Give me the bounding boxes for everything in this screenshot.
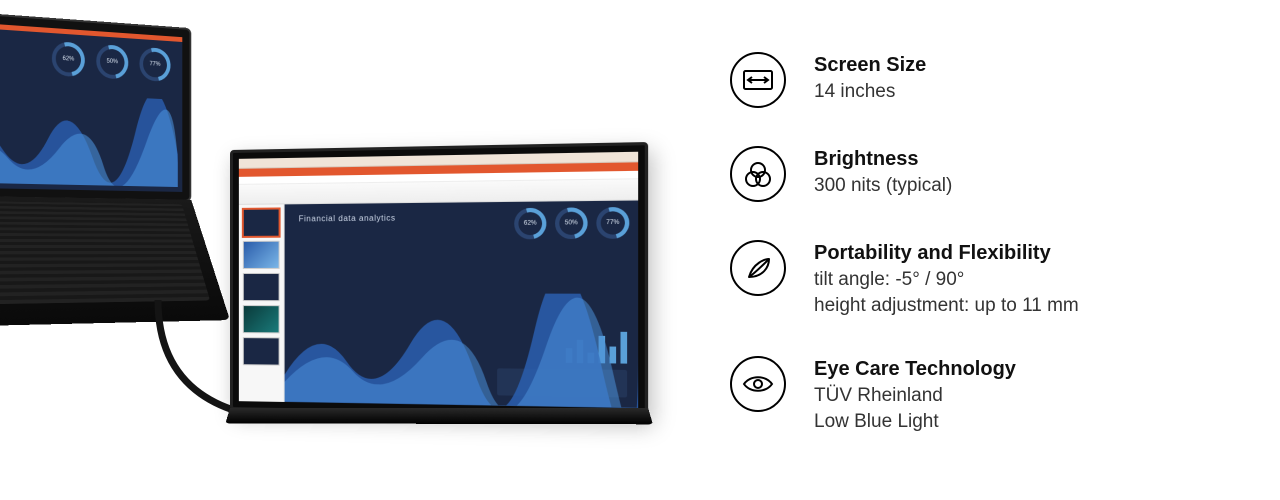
spec-value: Low Blue Light <box>814 409 1016 435</box>
slide-thumbnail[interactable] <box>243 208 280 236</box>
brightness-icon <box>730 146 786 202</box>
spec-list: Screen Size 14 inches Brightness 300 nit… <box>640 0 1280 500</box>
portability-icon <box>730 240 786 296</box>
donut-value: 77% <box>601 211 625 234</box>
spec-value: 14 inches <box>814 79 926 105</box>
slide-thumbnail[interactable] <box>243 273 280 301</box>
slide-thumbnail[interactable] <box>243 305 280 333</box>
product-imagery: 62% 50% 77% <box>0 0 640 500</box>
donut-value: 50% <box>100 48 124 75</box>
slide-thumbnails <box>239 204 285 402</box>
donut-value: 62% <box>56 45 81 73</box>
spec-screen-size: Screen Size 14 inches <box>730 52 1240 108</box>
screen-size-icon <box>730 52 786 108</box>
eye-care-icon <box>730 356 786 412</box>
spec-title: Eye Care Technology <box>814 358 1016 381</box>
laptop-device: 62% 50% 77% <box>0 10 209 491</box>
donut-value: 50% <box>559 212 583 235</box>
donut-value: 62% <box>518 212 542 235</box>
spec-eye-care: Eye Care Technology TÜV Rheinland Low Bl… <box>730 356 1240 434</box>
slide-title: Financial data analytics <box>299 213 396 223</box>
portable-monitor: Financial data analytics 62% 50% 77% <box>230 150 630 470</box>
spec-value: tilt angle: -5° / 90° <box>814 267 1079 293</box>
slide-thumbnail[interactable] <box>243 337 280 366</box>
slide-thumbnail[interactable] <box>243 241 280 269</box>
slide-canvas: Financial data analytics 62% 50% 77% <box>285 201 639 409</box>
presentation-app: Financial data analytics 62% 50% 77% <box>239 152 638 409</box>
spec-value: 300 nits (typical) <box>814 173 952 199</box>
spec-brightness: Brightness 300 nits (typical) <box>730 146 1240 202</box>
spec-value: TÜV Rheinland <box>814 383 1016 409</box>
spec-title: Brightness <box>814 148 952 171</box>
spec-portability: Portability and Flexibility tilt angle: … <box>730 240 1240 318</box>
spec-title: Portability and Flexibility <box>814 242 1079 265</box>
spec-title: Screen Size <box>814 54 926 77</box>
spec-value: height adjustment: up to 11 mm <box>814 293 1079 319</box>
donut-value: 77% <box>143 51 167 78</box>
